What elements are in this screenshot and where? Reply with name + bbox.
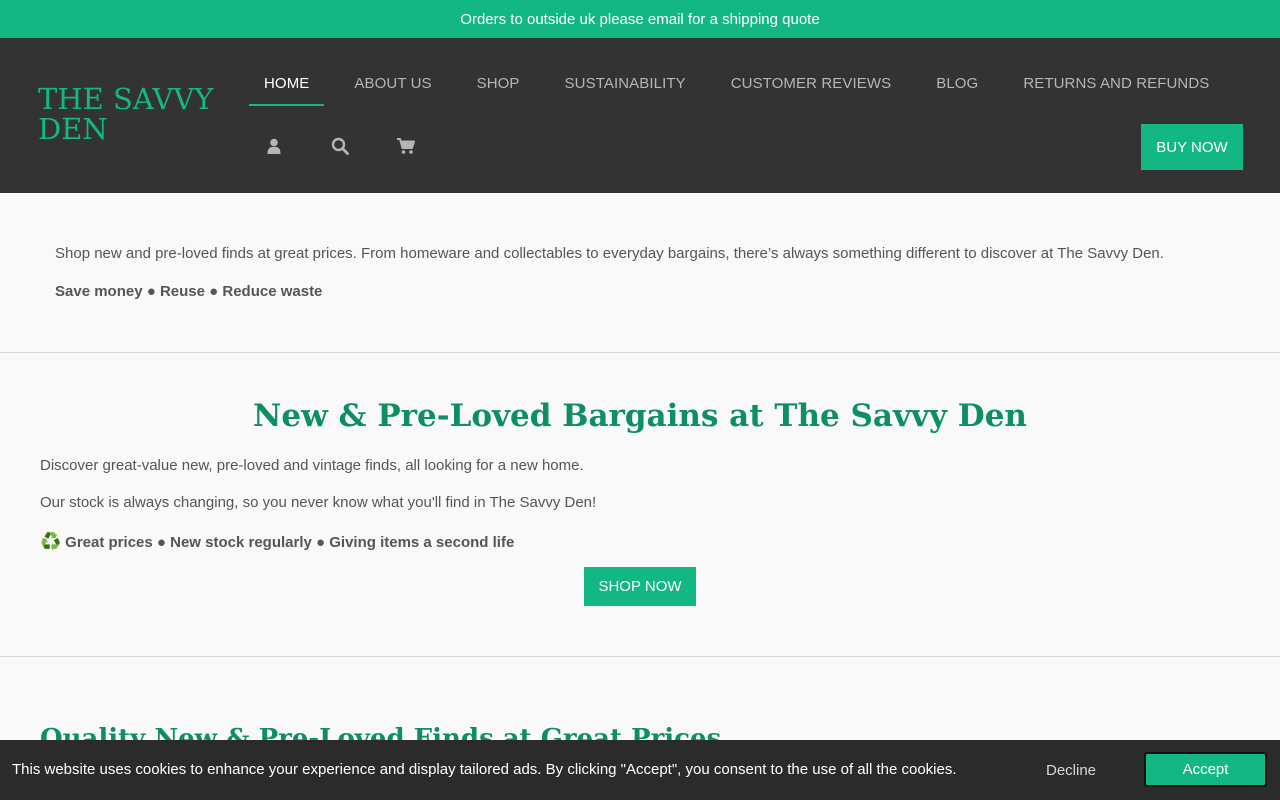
nav-home[interactable]: HOME bbox=[249, 64, 325, 106]
announcement-bar: Orders to outside uk please email for a … bbox=[0, 0, 1280, 38]
bargains-paragraph-2: Our stock is always changing, so you nev… bbox=[40, 494, 597, 511]
site-header: THE SAVVY DEN HOME ABOUT US SHOP SUSTAIN… bbox=[0, 38, 1280, 193]
intro-section: Shop new and pre-loved finds at great pr… bbox=[0, 193, 1280, 353]
buy-now-button[interactable]: BUY NOW bbox=[1141, 124, 1243, 170]
accept-button[interactable]: Accept bbox=[1144, 752, 1267, 787]
recycle-icon: ♻️ bbox=[40, 532, 62, 551]
main-nav: HOME ABOUT US SHOP SUSTAINABILITY CUSTOM… bbox=[249, 64, 1239, 106]
nav-sustainability[interactable]: SUSTAINABILITY bbox=[550, 64, 701, 106]
intro-tagline: Save money ● Reuse ● Reduce waste bbox=[55, 283, 323, 300]
cart-icon[interactable] bbox=[394, 134, 418, 158]
cookie-banner: This website uses cookies to enhance you… bbox=[0, 740, 1280, 800]
announcement-text: Orders to outside uk please email for a … bbox=[460, 10, 820, 28]
cookie-text: This website uses cookies to enhance you… bbox=[12, 761, 957, 778]
user-icon[interactable] bbox=[262, 134, 286, 158]
search-icon[interactable] bbox=[328, 134, 352, 158]
nav-blog[interactable]: BLOG bbox=[921, 64, 993, 106]
bargains-tagline: ♻️ Great prices ● New stock regularly ● … bbox=[40, 532, 514, 552]
nav-customer-reviews[interactable]: CUSTOMER REVIEWS bbox=[716, 64, 907, 106]
bargains-tagline-text: Great prices ● New stock regularly ● Giv… bbox=[65, 533, 515, 551]
intro-text: Shop new and pre-loved finds at great pr… bbox=[55, 245, 1164, 262]
bargains-paragraph-1: Discover great-value new, pre-loved and … bbox=[40, 457, 584, 474]
nav-shop[interactable]: SHOP bbox=[462, 64, 535, 106]
decline-button[interactable]: Decline bbox=[1030, 754, 1112, 786]
nav-about-us[interactable]: ABOUT US bbox=[339, 64, 446, 106]
site-logo[interactable]: THE SAVVY DEN bbox=[38, 84, 238, 144]
bargains-title: New & Pre-Loved Bargains at The Savvy De… bbox=[253, 398, 1027, 434]
bargains-section: New & Pre-Loved Bargains at The Savvy De… bbox=[0, 353, 1280, 657]
shop-now-button[interactable]: SHOP NOW bbox=[584, 567, 696, 606]
nav-returns-and-refunds[interactable]: RETURNS AND REFUNDS bbox=[1008, 64, 1224, 106]
header-icons bbox=[262, 134, 460, 158]
